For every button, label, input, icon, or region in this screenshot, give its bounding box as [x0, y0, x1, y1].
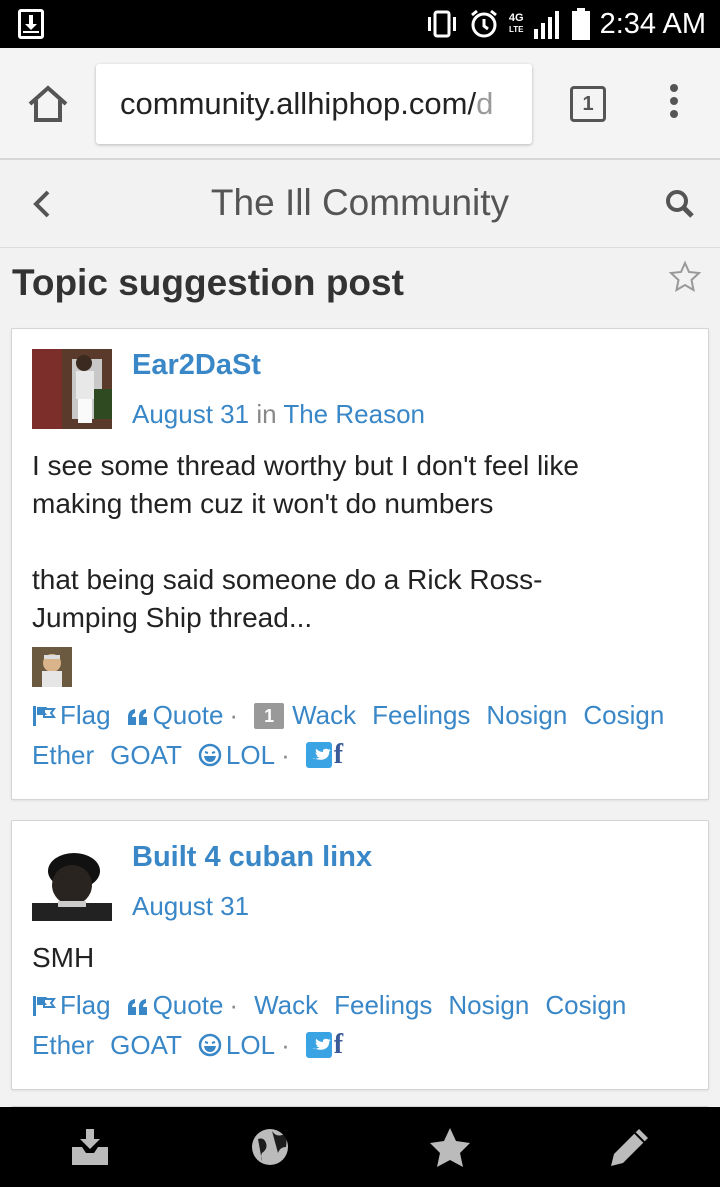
pencil-icon[interactable] [606, 1123, 654, 1171]
cosign-button[interactable]: Cosign [583, 695, 664, 735]
flag-icon [33, 706, 56, 726]
browser-toolbar: community.allhiphop.com/d 1 [0, 48, 720, 160]
meta-in-word: in [256, 399, 277, 429]
cosign-button[interactable]: Cosign [545, 985, 626, 1025]
comment-actions: Flag Quote · Wack Feelings Nosign Cosign Ether G… [32, 985, 696, 1065]
separator: · [281, 1030, 290, 1060]
feelings-button[interactable]: Feelings [372, 695, 470, 735]
clock: 2:34 AM [599, 7, 706, 40]
site-header: The Ill Community [0, 160, 720, 248]
url-path: d [476, 86, 494, 121]
goat-button[interactable]: GOAT [110, 735, 182, 775]
wack-button[interactable]: 1 Wack [254, 695, 356, 735]
wack-label: Wack [292, 700, 357, 730]
overflow-menu-icon[interactable] [664, 84, 684, 124]
avatar[interactable] [32, 349, 112, 429]
lol-face-icon [198, 1033, 222, 1057]
page-title: Topic suggestion post [12, 262, 404, 303]
avatar[interactable] [32, 841, 112, 921]
feelings-button[interactable]: Feelings [334, 985, 432, 1025]
search-icon[interactable] [662, 186, 698, 222]
comment-body-paragraph: SMH [32, 942, 95, 973]
inbox-icon[interactable] [66, 1123, 114, 1171]
tab-switcher-button[interactable]: 1 [570, 86, 606, 122]
flag-icon [33, 996, 56, 1016]
separator: · [281, 740, 290, 770]
comment-date[interactable]: August 31 [132, 891, 249, 921]
site-title: The Ill Community [210, 182, 510, 223]
quote-button[interactable]: Quote [127, 985, 224, 1025]
nosign-button[interactable]: Nosign [486, 695, 567, 735]
nosign-button[interactable]: Nosign [448, 985, 529, 1025]
twitter-icon[interactable] [305, 1032, 332, 1058]
status-bar: 4G LTE 2:34 AM [0, 0, 720, 48]
wack-button[interactable]: Wack [254, 985, 318, 1025]
network-4g-icon: 4G LTE [509, 13, 524, 35]
lol-face-icon [198, 743, 222, 767]
flag-label: Flag [60, 700, 111, 730]
comment-meta: August 31 in The Reason [132, 399, 425, 430]
separator: · [229, 700, 239, 730]
emoji-image [32, 647, 72, 687]
lol-label: LOL [225, 1030, 276, 1060]
flag-button[interactable]: Flag [32, 985, 111, 1025]
comment: Built 4 cuban linx August 31 SMH Flag Quo… [11, 820, 709, 1090]
comment-author[interactable]: Built 4 cuban linx [132, 841, 372, 874]
vibrate-icon [425, 9, 459, 39]
quote-icon [127, 709, 147, 725]
facebook-icon[interactable]: f [334, 735, 343, 775]
comment-date[interactable]: August 31 [132, 399, 249, 429]
home-icon[interactable] [26, 84, 70, 124]
lol-button[interactable]: LOL [198, 1025, 275, 1065]
network-label: 4G [508, 12, 524, 24]
ether-button[interactable]: Ether [32, 1025, 94, 1065]
star-icon[interactable] [426, 1123, 474, 1171]
url-host: community.allhiphop.com/ [120, 86, 477, 121]
quote-label: Quote [152, 700, 224, 730]
battery-icon [571, 8, 590, 40]
lol-button[interactable]: LOL [198, 735, 275, 775]
quote-icon [127, 999, 147, 1015]
share-buttons: f [305, 735, 343, 775]
comment-body-paragraph: that being said someone do a Rick Ross-J… [32, 564, 543, 633]
quote-button[interactable]: Quote [127, 695, 224, 735]
share-buttons: f [305, 1025, 343, 1065]
comment-category[interactable]: The Reason [283, 399, 425, 429]
twitter-icon[interactable] [305, 742, 332, 768]
flag-label: Flag [60, 990, 111, 1020]
facebook-icon[interactable]: f [334, 1025, 343, 1065]
wack-count-badge: 1 [254, 703, 285, 729]
separator: · [229, 990, 239, 1020]
comment-meta: August 31 [132, 891, 249, 922]
comment-actions: Flag Quote · 1 Wack Feelings Nosign Cosign Ether… [32, 695, 696, 775]
comment-author[interactable]: Ear2DaSt [132, 349, 261, 382]
goat-button[interactable]: GOAT [110, 1025, 182, 1065]
alarm-icon [469, 9, 499, 39]
ether-button[interactable]: Ether [32, 735, 94, 775]
bottom-navigation [0, 1107, 720, 1187]
quote-label: Quote [152, 990, 224, 1020]
globe-icon[interactable] [246, 1123, 294, 1171]
bookmark-star-icon[interactable] [668, 260, 702, 294]
download-notification-icon [18, 9, 44, 39]
lol-label: LOL [225, 740, 276, 770]
address-bar[interactable]: community.allhiphop.com/d [96, 64, 532, 144]
signal-icon [533, 9, 562, 39]
tab-count: 1 [582, 92, 594, 115]
comment-body-paragraph: I see some thread worthy but I don't fee… [32, 450, 579, 519]
network-sub-label: LTE [508, 25, 524, 34]
comment: Ear2DaSt August 31 in The Reason I see s… [11, 328, 709, 800]
flag-button[interactable]: Flag [32, 695, 111, 735]
